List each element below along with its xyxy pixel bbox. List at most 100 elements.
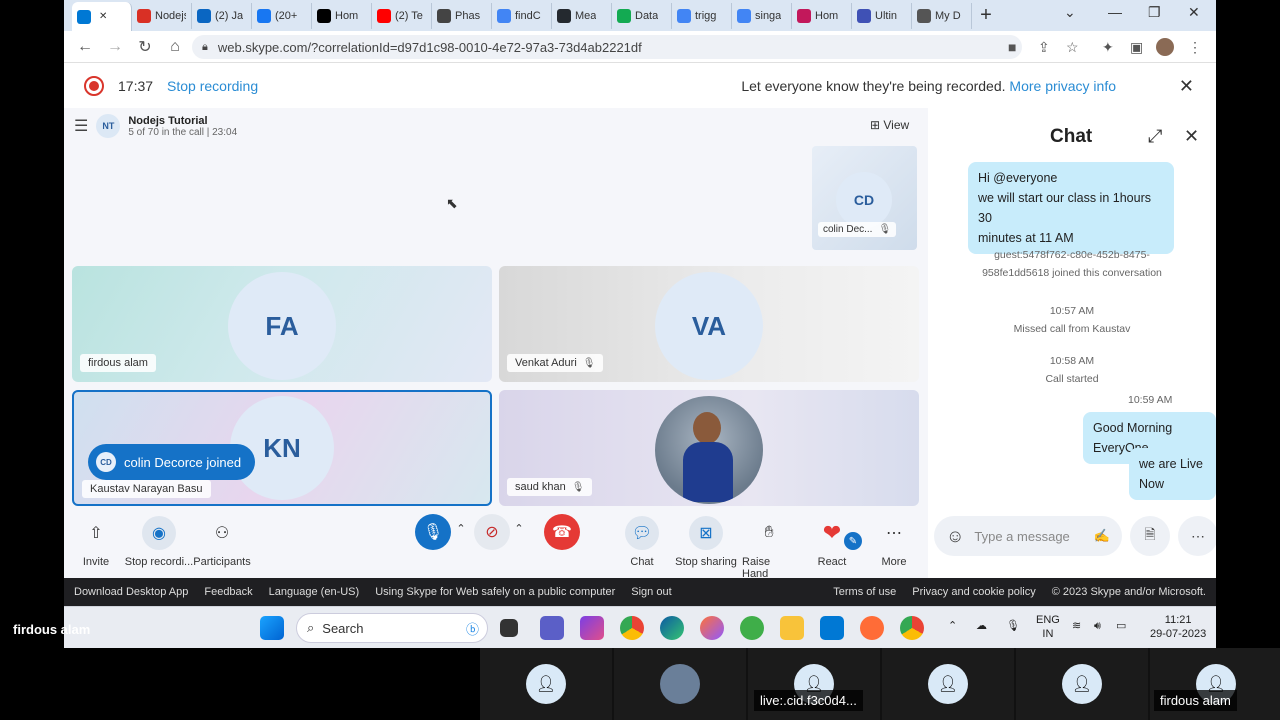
firefox-icon[interactable]: [700, 616, 724, 640]
browser-tab[interactable]: (2) Te: [372, 2, 432, 29]
thumbnail-tile[interactable]: CD colin Dec... 🎙︎: [812, 146, 917, 250]
more-options-icon[interactable]: ⋯: [1178, 516, 1216, 556]
menu-kebab-icon[interactable]: ⋮: [1188, 39, 1202, 56]
close-tab-icon[interactable]: ✕: [99, 11, 107, 22]
task-view-icon[interactable]: [500, 619, 518, 637]
linkedin-icon: [197, 8, 211, 23]
sidepanel-icon[interactable]: ▣: [1130, 39, 1143, 56]
share-icon[interactable]: ⇪: [1038, 39, 1050, 56]
stop-recording-button[interactable]: ◉ Stop recordi...: [124, 516, 194, 568]
windows-start-icon[interactable]: [260, 616, 284, 640]
privacy-policy-link[interactable]: Privacy and cookie policy: [912, 586, 1036, 598]
participant-tile-active[interactable]: KN Kaustav Narayan Basu CD colin Decorce …: [72, 390, 492, 506]
back-icon[interactable]: ←: [70, 38, 100, 56]
call-title[interactable]: Nodejs Tutorial: [128, 115, 237, 127]
postman-icon[interactable]: [860, 616, 884, 640]
browser-tab[interactable]: Ultin: [852, 2, 912, 29]
app-icon[interactable]: [740, 616, 764, 640]
attach-file-icon[interactable]: 🗎: [1130, 516, 1170, 556]
camera-options-chevron-icon[interactable]: ⌃: [512, 522, 526, 535]
edge-icon[interactable]: [660, 616, 684, 640]
cloud-icon[interactable]: ☁: [976, 619, 987, 633]
footer-link[interactable]: Using Skype for Web safely on a public c…: [375, 586, 615, 598]
gallery-tile: 👤︎: [1016, 648, 1148, 720]
profile-avatar[interactable]: [1156, 38, 1174, 56]
taskbar-search[interactable]: ⌕ Search ⓑ: [296, 613, 488, 643]
browser-tab[interactable]: My D: [912, 2, 972, 29]
browser-tab[interactable]: (2) Ja: [192, 2, 252, 29]
chrome-icon[interactable]: [900, 616, 924, 640]
terms-link[interactable]: Terms of use: [833, 586, 896, 598]
battery-icon[interactable]: ▭: [1116, 619, 1126, 633]
pencil-icon[interactable]: ✎: [844, 532, 862, 550]
participant-tile[interactable]: VA Venkat Aduri 🎙︎: [499, 266, 919, 382]
camera-icon[interactable]: ■: [1008, 39, 1016, 55]
browser-tab[interactable]: singa: [732, 2, 792, 29]
browser-tab[interactable]: findC: [492, 2, 552, 29]
minimize-button[interactable]: —: [1108, 4, 1122, 20]
home-icon[interactable]: ⌂: [160, 38, 190, 56]
browser-tab[interactable]: (20+: [252, 2, 312, 29]
maximize-button[interactable]: ❐: [1148, 4, 1161, 21]
more-button[interactable]: ⋯ More: [876, 516, 912, 568]
tab-label: Mea: [575, 9, 597, 22]
wifi-icon[interactable]: ≋: [1072, 619, 1081, 633]
avatar-photo: [660, 664, 700, 704]
reload-icon[interactable]: ↻: [130, 37, 160, 57]
microphone-button[interactable]: 🎙︎: [415, 514, 451, 550]
url-field[interactable]: 🔒︎ web.skype.com/?correlationId=d97d1c98-…: [192, 35, 1022, 59]
extensions-icon[interactable]: ✦: [1102, 39, 1114, 56]
browser-tab[interactable]: ✕: [72, 2, 132, 31]
footer-link[interactable]: Sign out: [631, 586, 671, 598]
file-explorer-icon[interactable]: [780, 616, 804, 640]
expand-icon[interactable]: ⤢: [1148, 126, 1162, 147]
close-window-button[interactable]: ✕: [1188, 4, 1200, 21]
clipchamp-icon[interactable]: [580, 616, 604, 640]
teams-icon[interactable]: [540, 616, 564, 640]
forward-icon[interactable]: →: [100, 38, 130, 56]
clock[interactable]: 11:21 29-07-2023: [1150, 613, 1206, 641]
invite-button[interactable]: ⇧ Invite: [78, 516, 114, 568]
mic-options-chevron-icon[interactable]: ⌃: [454, 522, 468, 535]
browser-tab[interactable]: trigg: [672, 2, 732, 29]
microphone-icon[interactable]: 🎙︎: [1006, 619, 1020, 633]
close-chat-icon[interactable]: ✕: [1184, 126, 1199, 147]
tray-chevron-icon[interactable]: ⌃: [948, 619, 957, 633]
date: 29-07-2023: [1150, 628, 1207, 640]
mic-muted-icon: 🎙︎: [582, 357, 596, 369]
new-tab-button[interactable]: +: [972, 4, 1000, 27]
user-avatar-icon: 👤︎: [526, 664, 566, 704]
participants-button[interactable]: ⚇ Participants: [193, 516, 250, 568]
tab-search-icon[interactable]: ⌄: [1064, 4, 1076, 21]
stop-sharing-button[interactable]: ⊠ Stop sharing: [674, 516, 738, 568]
recording-notice-text: Let everyone know they're being recorded…: [741, 78, 1006, 94]
camera-button[interactable]: ⊘: [472, 514, 512, 550]
raise-hand-button[interactable]: ✋︎ Raise Hand: [742, 516, 796, 580]
browser-tab[interactable]: Hom: [312, 2, 372, 29]
participant-tile[interactable]: FA firdous alam: [72, 266, 492, 382]
chrome-icon[interactable]: [620, 616, 644, 640]
browser-tab[interactable]: Nodejs: [132, 2, 192, 29]
footer-link[interactable]: Feedback: [204, 586, 252, 598]
view-button[interactable]: ⊞ View: [870, 118, 909, 132]
browser-tab[interactable]: Hom: [792, 2, 852, 29]
footer-link[interactable]: Language (en-US): [269, 586, 360, 598]
format-icon[interactable]: ✍: [1094, 528, 1110, 544]
hamburger-icon[interactable]: ☰: [74, 116, 88, 136]
language-indicator[interactable]: ENG IN: [1036, 613, 1060, 641]
stop-recording-link[interactable]: Stop recording: [167, 78, 258, 94]
volume-icon[interactable]: 🔊︎: [1094, 619, 1101, 633]
end-call-button[interactable]: ☎: [544, 514, 580, 550]
browser-tab[interactable]: Data: [612, 2, 672, 29]
emoji-icon[interactable]: ☺: [946, 526, 964, 547]
browser-tab[interactable]: Phas: [432, 2, 492, 29]
chat-button[interactable]: 💬︎ Chat: [624, 516, 660, 568]
privacy-link[interactable]: More privacy info: [1009, 78, 1116, 94]
participant-tile[interactable]: saud khan 🎙︎: [499, 390, 919, 506]
vscode-icon[interactable]: [820, 616, 844, 640]
message-input[interactable]: ☺ Type a message ✍: [934, 516, 1122, 556]
footer-link[interactable]: Download Desktop App: [74, 586, 188, 598]
bookmark-star-icon[interactable]: ☆: [1066, 39, 1079, 56]
close-icon[interactable]: ✕: [1179, 76, 1194, 97]
browser-tab[interactable]: Mea: [552, 2, 612, 29]
